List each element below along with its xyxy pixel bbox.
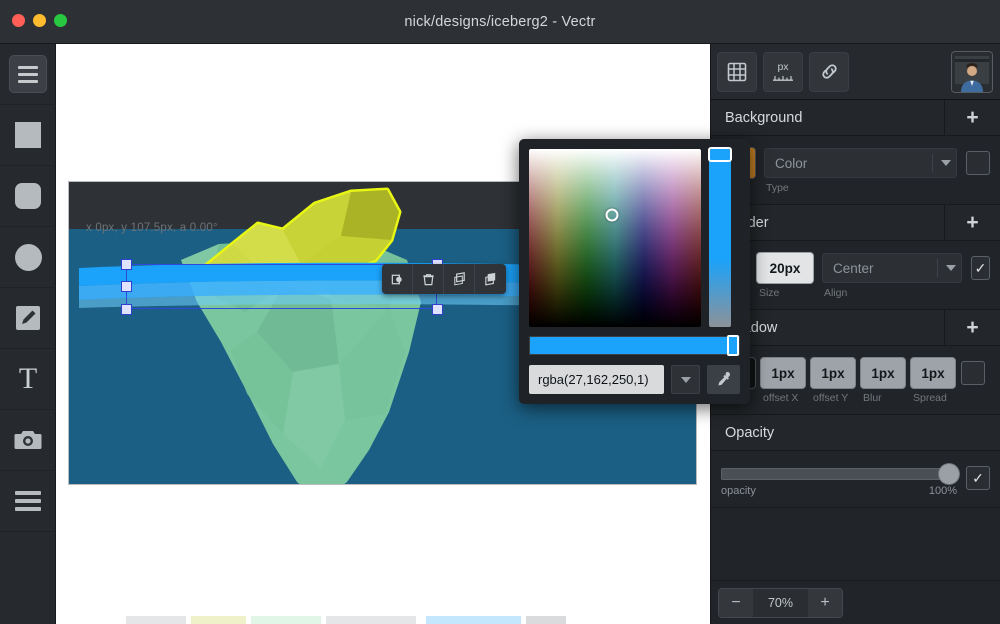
shape-action-toolbar: [382, 264, 506, 294]
tool-ellipse[interactable]: [0, 227, 56, 288]
shadow-section-header: Shadow +: [711, 309, 1000, 346]
hamburger-icon: [10, 56, 46, 92]
shadow-spread-label: Spread: [913, 392, 947, 404]
border-size-label: Size: [758, 287, 780, 299]
circle-icon: [14, 243, 42, 271]
square-icon: [15, 122, 41, 148]
color-format-dropdown[interactable]: [671, 365, 700, 394]
background-section-body: Color Type: [711, 136, 1000, 205]
background-enabled-checkbox[interactable]: [966, 151, 990, 175]
user-avatar[interactable]: [952, 52, 992, 92]
grid-icon[interactable]: [717, 51, 757, 92]
chevron-down-icon: [945, 265, 956, 271]
panel-toolbar: px: [711, 44, 1000, 100]
eyedropper-button[interactable]: [707, 365, 740, 394]
rounded-square-icon: [15, 183, 41, 209]
opacity-slider[interactable]: [721, 464, 959, 484]
border-align-label: Align: [823, 287, 848, 299]
eyedropper-icon: [718, 371, 730, 386]
border-section-header: Border +: [711, 204, 1000, 241]
tool-image[interactable]: [0, 410, 56, 471]
add-shadow-button[interactable]: +: [944, 309, 1000, 346]
picker-cursor[interactable]: [605, 208, 619, 222]
add-background-button[interactable]: +: [944, 99, 1000, 136]
tool-text[interactable]: T: [0, 349, 56, 410]
tool-rounded-rect[interactable]: [0, 166, 56, 227]
opacity-slider-label: opacity: [721, 485, 756, 497]
border-enabled-checkbox[interactable]: ✓: [970, 256, 990, 280]
layer-forward-icon[interactable]: [444, 264, 475, 294]
text-t-icon: T: [18, 362, 38, 395]
title-bar: nick/designs/iceberg2 - Vectr: [0, 0, 1000, 44]
brightness-slider-knob[interactable]: [708, 147, 732, 162]
camera-icon: [10, 422, 46, 458]
properties-panel: px Background + Color Type + 20px Size C…: [710, 44, 1000, 624]
border-align-select[interactable]: Center: [821, 253, 962, 283]
chevron-down-icon: [680, 376, 691, 383]
px-unit-label: px: [777, 61, 789, 74]
shadow-inset-checkbox[interactable]: [961, 361, 985, 385]
selection-handle[interactable]: [121, 281, 132, 292]
color-picker-popup[interactable]: rgba(27,162,250,1): [519, 139, 750, 404]
window-controls: [12, 14, 67, 27]
shadow-blur-label: Blur: [863, 392, 882, 404]
brightness-slider[interactable]: [708, 147, 732, 327]
border-size-input[interactable]: 20px: [756, 253, 813, 283]
vectr-app-window: nick/designs/iceberg2 - Vectr T x 0px, y…: [0, 0, 1000, 624]
shadow-offset-x-input[interactable]: 1px: [761, 358, 805, 388]
color-value-input[interactable]: rgba(27,162,250,1): [529, 365, 664, 394]
zoom-bar: − 70% +: [711, 580, 1000, 624]
lines-icon: [15, 491, 41, 511]
alpha-slider-knob[interactable]: [727, 335, 739, 356]
chevron-down-icon: [941, 160, 951, 166]
tool-layers[interactable]: [0, 471, 56, 532]
close-button[interactable]: [12, 14, 25, 27]
zoom-out-button[interactable]: −: [719, 588, 753, 617]
tool-menu[interactable]: [0, 44, 56, 105]
alpha-slider[interactable]: [529, 335, 740, 356]
zoom-level-value[interactable]: 70%: [753, 588, 808, 617]
background-type-value: Color: [775, 155, 808, 171]
shadow-spread-input[interactable]: 1px: [911, 358, 955, 388]
saturation-value-field[interactable]: [529, 149, 701, 327]
maximize-button[interactable]: [54, 14, 67, 27]
selection-handle[interactable]: [432, 304, 443, 315]
opacity-section-body: opacity 100% ✓: [711, 451, 1000, 508]
opacity-section-header: Opacity: [711, 415, 1000, 451]
shadow-offset-x-label: offset X: [763, 392, 799, 404]
shadow-blur-input[interactable]: 1px: [861, 358, 905, 388]
border-align-value: Center: [832, 260, 874, 276]
border-section-body: 20px Size Center Align ✓: [711, 241, 1000, 310]
next-artboard-preview[interactable]: [56, 616, 710, 624]
shadow-offset-y-input[interactable]: 1px: [811, 358, 855, 388]
tool-rectangle[interactable]: [0, 105, 56, 166]
boolean-union-icon[interactable]: [382, 264, 413, 294]
opacity-title: Opacity: [725, 424, 775, 441]
trash-icon[interactable]: [413, 264, 444, 294]
opacity-enabled-checkbox[interactable]: ✓: [966, 466, 990, 490]
px-ruler-icon[interactable]: px: [763, 51, 803, 92]
chain-link-icon[interactable]: [809, 51, 849, 92]
shadow-section-body: Inset 1px offset X 1px offset Y 1px Blur…: [711, 346, 1000, 415]
shadow-offset-y-label: offset Y: [813, 392, 849, 404]
background-section-header: Background +: [711, 99, 1000, 136]
selection-handle[interactable]: [121, 304, 132, 315]
pencil-icon: [10, 300, 46, 336]
opacity-slider-knob[interactable]: [939, 464, 959, 484]
minimize-button[interactable]: [33, 14, 46, 27]
window-title: nick/designs/iceberg2 - Vectr: [404, 13, 596, 30]
background-type-select[interactable]: Color: [764, 148, 957, 178]
left-toolbar: T: [0, 44, 56, 624]
position-readout: x 0px, y 107.5px, a 0.00°: [86, 222, 218, 234]
opacity-value: 100%: [928, 485, 957, 497]
selection-handle[interactable]: [121, 259, 132, 270]
zoom-in-button[interactable]: +: [808, 588, 842, 617]
background-type-label: Type: [766, 182, 789, 194]
add-border-button[interactable]: +: [944, 204, 1000, 241]
tool-pen[interactable]: [0, 288, 56, 349]
background-title: Background: [725, 109, 803, 126]
layer-backward-icon[interactable]: [475, 264, 506, 294]
